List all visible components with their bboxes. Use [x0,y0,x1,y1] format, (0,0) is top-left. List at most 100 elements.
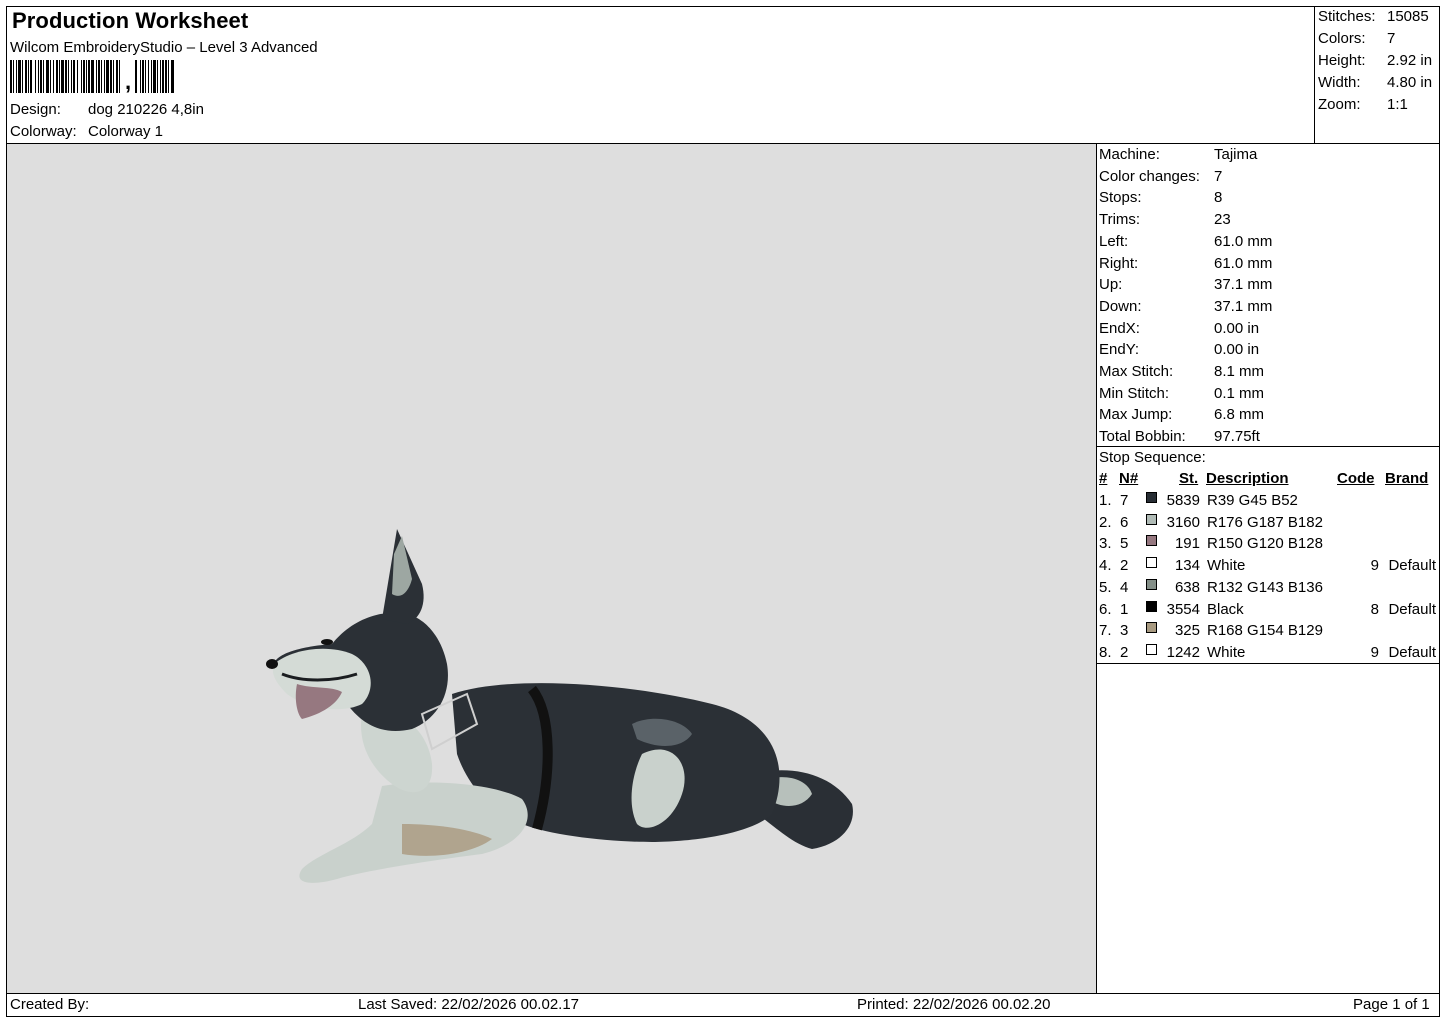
stop-stitches: 134 [1174,557,1200,575]
footer-bar [6,993,1440,1017]
stop-needle: 1 [1120,600,1129,618]
color-swatch [1146,600,1157,612]
stop-description: White [1207,557,1246,575]
summary-value: 4.80 in [1387,74,1433,91]
stop-needle: 2 [1120,557,1129,575]
stop-brand: Default [1388,643,1436,661]
machine-info-value: 37.1 mm [1214,297,1273,315]
stop-needle: 2 [1120,643,1129,661]
page-title: Production Worksheet [12,8,249,33]
stop-num: 3. [1099,535,1112,553]
embroidery-dog-image [266,529,853,883]
stop-num: 4. [1099,557,1112,575]
machine-info-label: Left: [1099,232,1129,250]
last-saved: Last Saved: 22/02/2026 00.02.17 [358,996,580,1013]
machine-info-row: Max Stitch: 8.1 mm [1099,363,1264,380]
machine-info-row: Color changes: 7 [1099,167,1222,185]
stop-stitches: 325 [1174,622,1200,640]
colorway-label: Colorway: [10,123,77,140]
color-swatch [1146,622,1157,634]
summary-label: Stitches: [1318,8,1376,25]
summary-label: Colors: [1318,30,1366,47]
stop-description: Black [1207,600,1244,618]
col-header-code: Code [1337,470,1375,487]
design-row: Design: dog 210226 4,8in [10,101,204,118]
machine-info-row: Up: 37.1 mm [1099,276,1272,293]
machine-info-value: 0.00 in [1214,341,1260,359]
stop-code: 9 [1370,643,1379,661]
stop-row: 2. 6 3160 R176 G187 B182 [1099,513,1436,534]
col-header-brand: Brand [1385,470,1429,487]
stop-num: 5. [1099,578,1112,596]
stop-stitches: 638 [1174,578,1200,596]
stop-needle: 5 [1120,535,1129,553]
machine-info-row: Stops: 8 [1099,189,1222,206]
summary-row: Zoom: 1:1 [1318,96,1408,113]
machine-info-value: Tajima [1214,146,1258,163]
barcode-text: , [125,69,132,94]
summary-value: 15085 [1387,8,1429,25]
machine-info-row: Down: 37.1 mm [1099,298,1272,315]
page-number: Page 1 of 1 [1353,996,1430,1013]
stop-num: 2. [1099,513,1112,531]
col-header-description: Description [1206,470,1289,487]
summary-value: 7 [1387,30,1396,47]
stop-description: R150 G120 B128 [1207,535,1323,553]
machine-info-value: 8 [1214,189,1223,207]
stop-row: 4. 2 134 White 9 Default [1099,557,1436,577]
machine-info-value: 61.0 mm [1214,254,1273,272]
stop-stitches: 5839 [1166,492,1200,509]
stop-stitches: 1242 [1166,643,1200,661]
stop-row: 7. 3 325 R168 G154 B129 [1099,622,1436,642]
stop-sequence-title: Stop Sequence: [1099,449,1206,466]
machine-info-row: Max Jump: 6.8 mm [1099,406,1264,423]
stop-description: R168 G154 B129 [1207,622,1323,640]
color-swatch [1146,557,1157,569]
machine-info-label: Machine: [1099,146,1160,163]
stop-row: 6. 1 3554 Black 8 Default [1099,600,1436,621]
stop-row: 3. 5 191 R150 G120 B128 [1099,535,1436,555]
machine-info-row: Total Bobbin: 97.75ft [1099,428,1260,445]
stop-code: 9 [1370,557,1379,575]
col-header-num: # [1099,470,1108,487]
machine-info-value: 37.1 mm [1214,276,1273,294]
summary-value: 2.92 in [1387,52,1433,69]
stop-needle: 7 [1120,492,1129,509]
color-swatch [1146,513,1157,525]
stop-row: 8. 2 1242 White 9 Default [1099,643,1436,664]
summary-value: 1:1 [1387,96,1408,113]
colorway-row: Colorway: Colorway 1 [10,123,163,140]
stop-description: R132 G143 B136 [1207,578,1323,596]
machine-info-row: Trims: 23 [1099,211,1231,228]
created-by: Created By: [10,996,90,1013]
colorway-value: Colorway 1 [88,123,164,140]
color-swatch [1146,492,1157,503]
design-label: Design: [10,101,61,118]
stop-description: R176 G187 B182 [1207,513,1323,531]
stop-num: 6. [1099,600,1112,618]
stop-num: 7. [1099,622,1112,640]
barcode: , [10,60,175,93]
stop-stitches: 3160 [1166,513,1200,531]
color-swatch [1146,578,1157,590]
machine-info-row: Left: 61.0 mm [1099,232,1272,250]
printed-date: Printed: 22/02/2026 00.02.20 [857,996,1051,1013]
summary-label: Height: [1318,52,1366,69]
stop-row: 5. 4 638 R132 G143 B136 [1099,578,1436,599]
stop-description: White [1207,643,1246,661]
machine-info-label: Min Stitch: [1099,384,1170,402]
summary-label: Zoom: [1318,96,1361,113]
machine-info-value: 0.1 mm [1214,384,1265,402]
stop-stitches: 191 [1174,535,1200,553]
machine-info-value: 6.8 mm [1214,406,1265,424]
col-header-stitches: St. [1179,470,1199,487]
color-swatch [1146,643,1157,655]
design-value: dog 210226 4,8in [88,101,204,118]
machine-info-row: EndY: 0.00 in [1099,341,1259,358]
machine-info-value: 0.00 in [1214,319,1260,337]
stop-stitches: 3554 [1166,600,1200,618]
machine-info-row: Right: 61.0 mm [1099,255,1272,272]
summary-row: Height: 2.92 in [1318,52,1432,69]
machine-info-label: Color changes: [1099,167,1200,185]
color-swatch [1146,535,1157,547]
